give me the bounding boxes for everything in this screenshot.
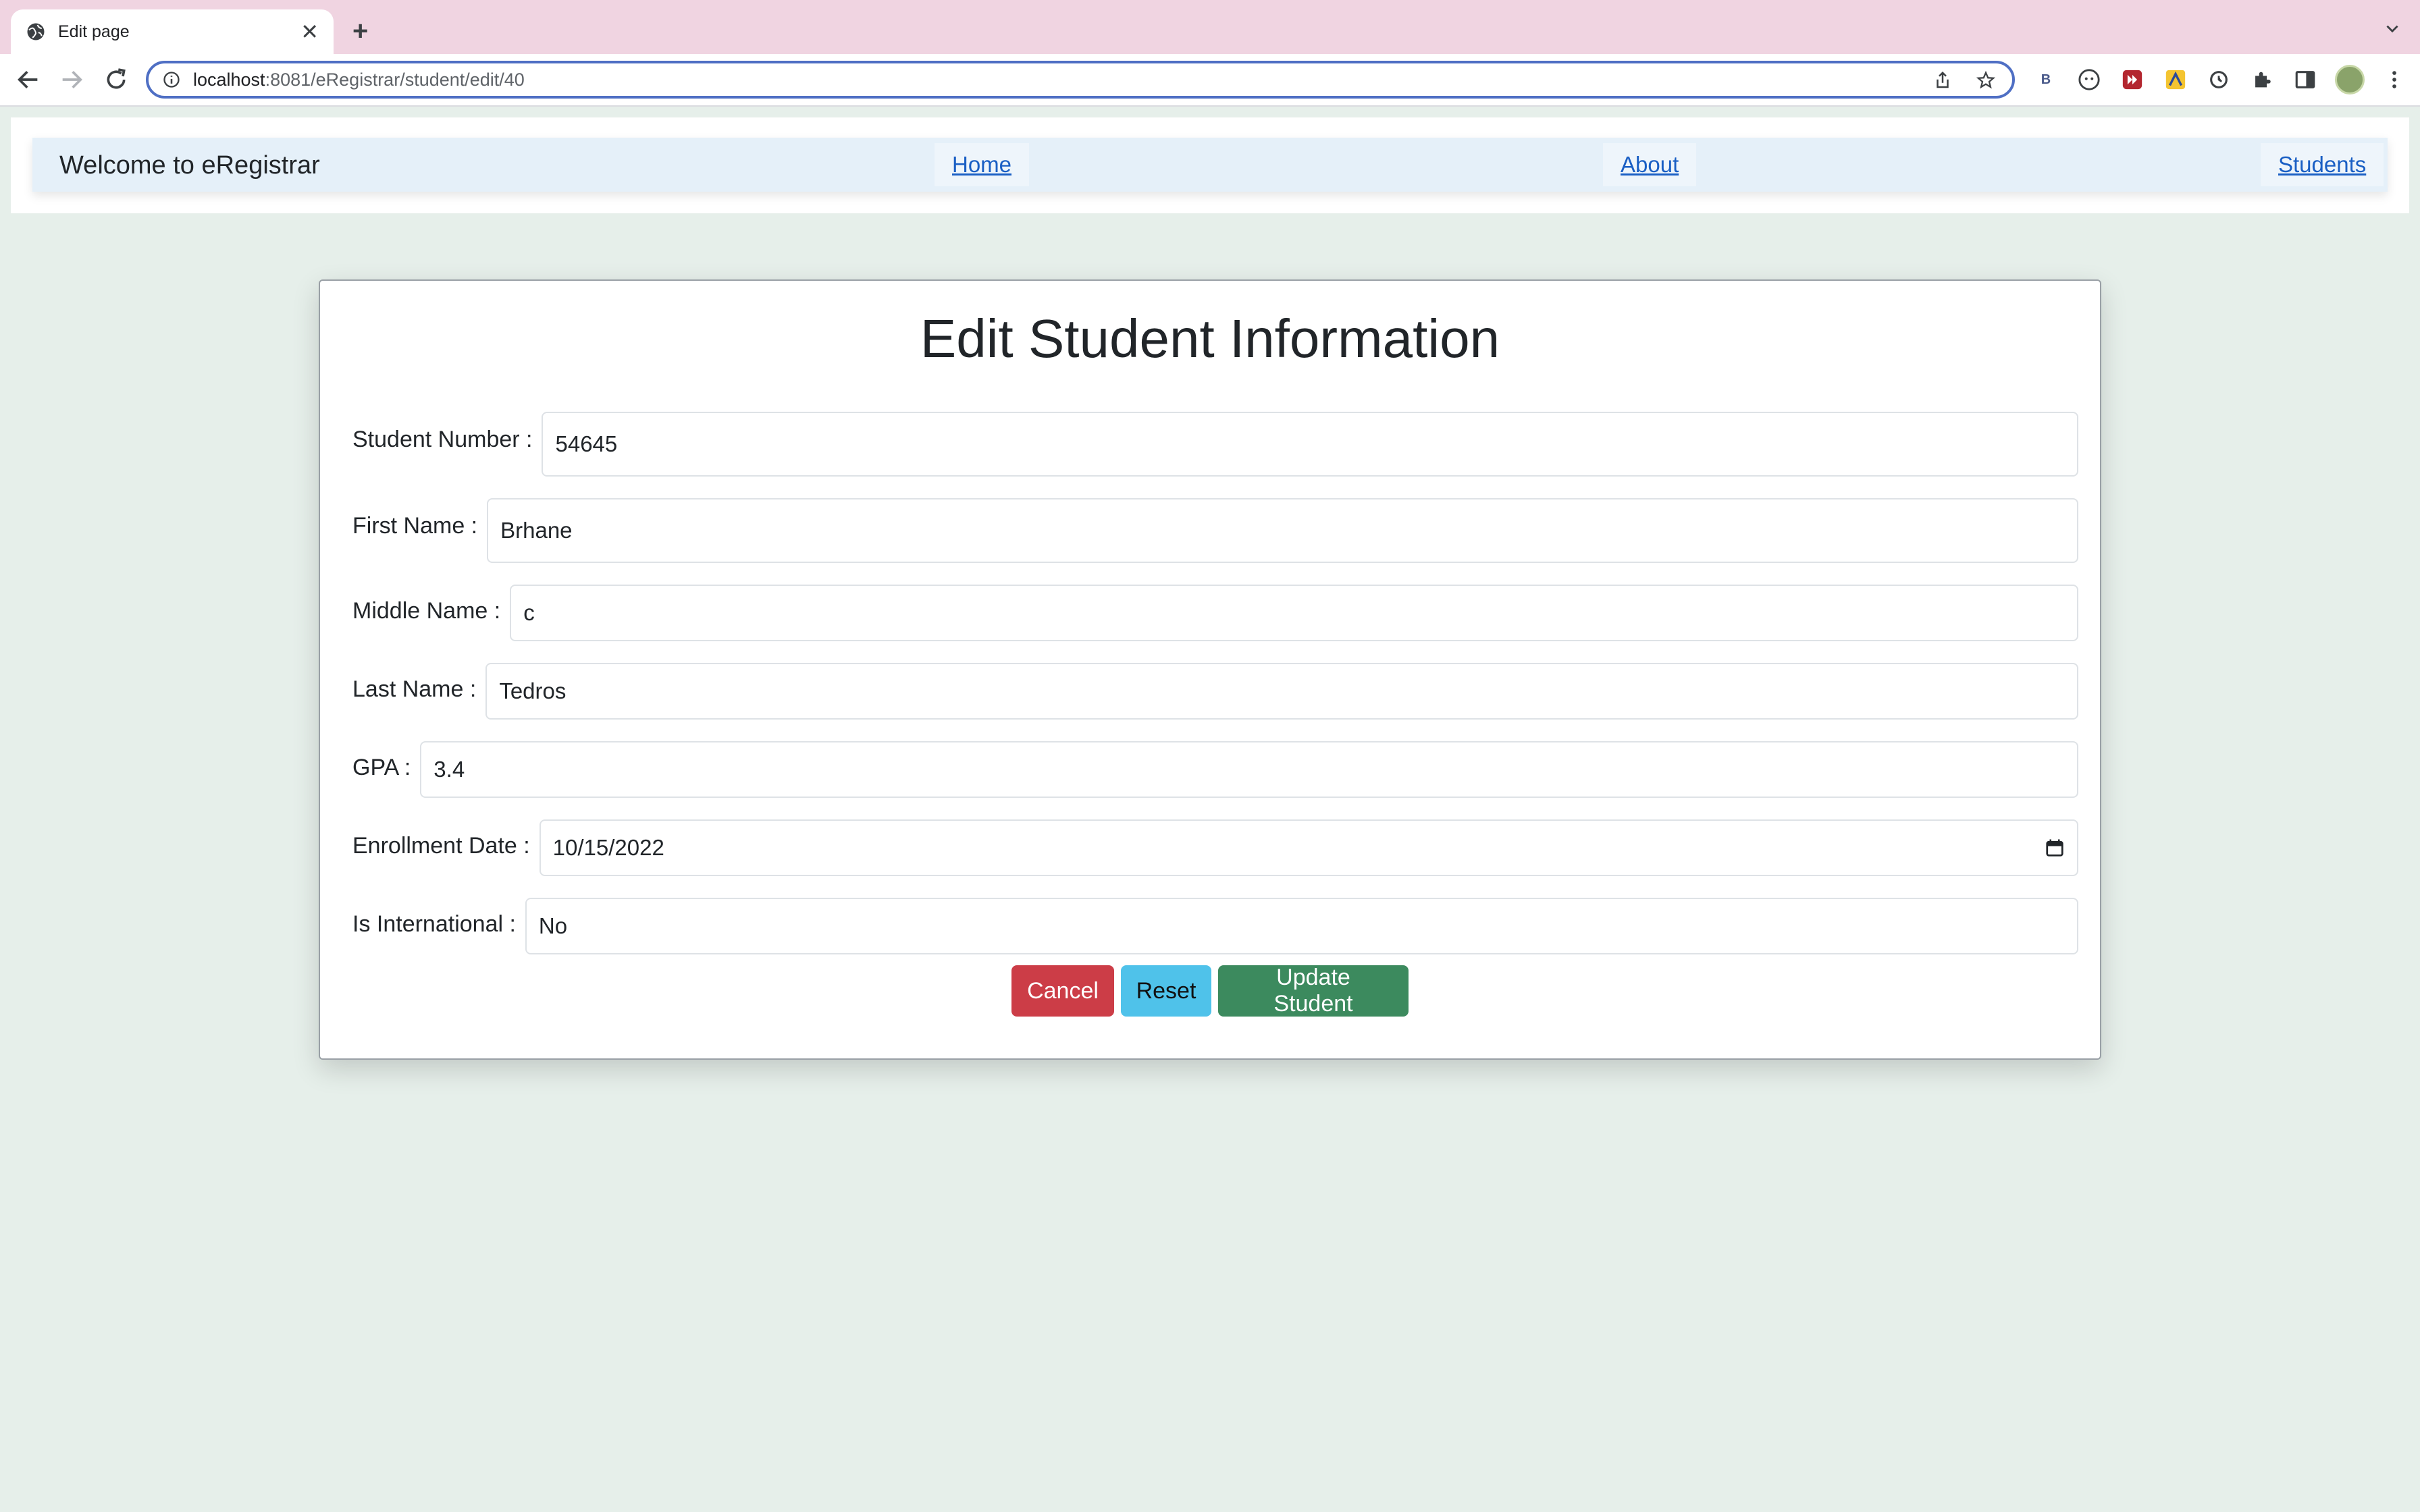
page-title: Edit Student Information [920, 308, 1500, 369]
enrollment-date-value: 10/15/2022 [552, 835, 664, 860]
last-name-label: Last Name : [352, 676, 477, 702]
site-header: Welcome to eRegistrar Home About Student… [11, 117, 2409, 213]
browser-menu-icon[interactable] [2381, 66, 2408, 93]
profile-avatar[interactable] [2335, 65, 2365, 94]
tab-close-icon[interactable]: ✕ [300, 21, 319, 43]
gpa-label: GPA : [352, 755, 411, 780]
browser-tab[interactable]: Edit page ✕ [11, 9, 334, 54]
update-student-button[interactable]: Update Student [1218, 965, 1409, 1017]
back-arrow-icon[interactable] [15, 66, 42, 93]
browser-tab-strip: Edit page ✕ + [0, 0, 2420, 54]
middle-name-row: Middle Name : c [352, 585, 2078, 641]
reset-button[interactable]: Reset [1121, 965, 1211, 1017]
student-number-row: Student Number : 54645 [352, 412, 2078, 477]
middle-name-input[interactable]: c [510, 585, 2078, 641]
browser-toolbar: localhost:8081/eRegistrar/student/edit/4… [0, 54, 2420, 107]
last-name-row: Last Name : Tedros [352, 663, 2078, 720]
navbar: Welcome to eRegistrar Home About Student… [32, 138, 2388, 192]
student-number-input[interactable]: 54645 [542, 412, 2078, 477]
nav-link-students[interactable]: Students [2261, 143, 2384, 186]
is-international-input[interactable]: No [525, 898, 2078, 954]
chevron-down-icon[interactable] [2384, 20, 2401, 38]
extensions-puzzle-icon[interactable] [2248, 66, 2276, 93]
enrollment-date-input[interactable]: 10/15/2022 [539, 819, 2078, 876]
tab-title: Edit page [58, 22, 130, 41]
nav-link-home[interactable]: Home [935, 143, 1030, 186]
bookmark-star-icon[interactable] [1976, 70, 1996, 90]
is-international-row: Is International : No [352, 898, 2078, 954]
cancel-button[interactable]: Cancel [1011, 965, 1114, 1017]
edit-student-card: Edit Student Information Student Number … [319, 279, 2101, 1060]
first-name-row: First Name : Brhane [352, 498, 2078, 563]
gpa-input[interactable]: 3.4 [420, 741, 2078, 798]
last-name-input[interactable]: Tedros [485, 663, 2078, 720]
first-name-label: First Name : [352, 513, 478, 539]
extension-face-icon[interactable] [2076, 66, 2103, 93]
gpa-row: GPA : 3.4 [352, 741, 2078, 798]
student-number-label: Student Number : [352, 427, 533, 452]
form-actions: Cancel Reset Update Student [320, 965, 2100, 1017]
first-name-input[interactable]: Brhane [487, 498, 2078, 563]
extension-media-icon[interactable] [2119, 66, 2146, 93]
extension-b-icon[interactable]: B [2032, 66, 2059, 93]
share-icon[interactable] [1932, 70, 1953, 90]
reload-icon[interactable] [103, 66, 130, 93]
side-panel-icon[interactable] [2292, 66, 2319, 93]
new-tab-icon[interactable]: + [352, 18, 368, 45]
extension-yellow-icon[interactable] [2162, 66, 2189, 93]
forward-arrow-icon[interactable] [58, 66, 85, 93]
url-text: localhost:8081/eRegistrar/student/edit/4… [193, 69, 525, 90]
address-bar[interactable]: localhost:8081/eRegistrar/student/edit/4… [146, 61, 2015, 99]
globe-icon [27, 23, 45, 40]
is-international-label: Is International : [352, 911, 516, 937]
calendar-icon[interactable] [2045, 838, 2065, 858]
info-icon[interactable] [162, 70, 181, 89]
extension-sync-icon[interactable] [2205, 66, 2232, 93]
enrollment-date-label: Enrollment Date : [352, 833, 530, 859]
site-brand: Welcome to eRegistrar [59, 151, 320, 180]
middle-name-label: Middle Name : [352, 598, 501, 624]
enrollment-date-row: Enrollment Date : 10/15/2022 [352, 819, 2078, 876]
nav-link-about[interactable]: About [1603, 143, 1697, 186]
